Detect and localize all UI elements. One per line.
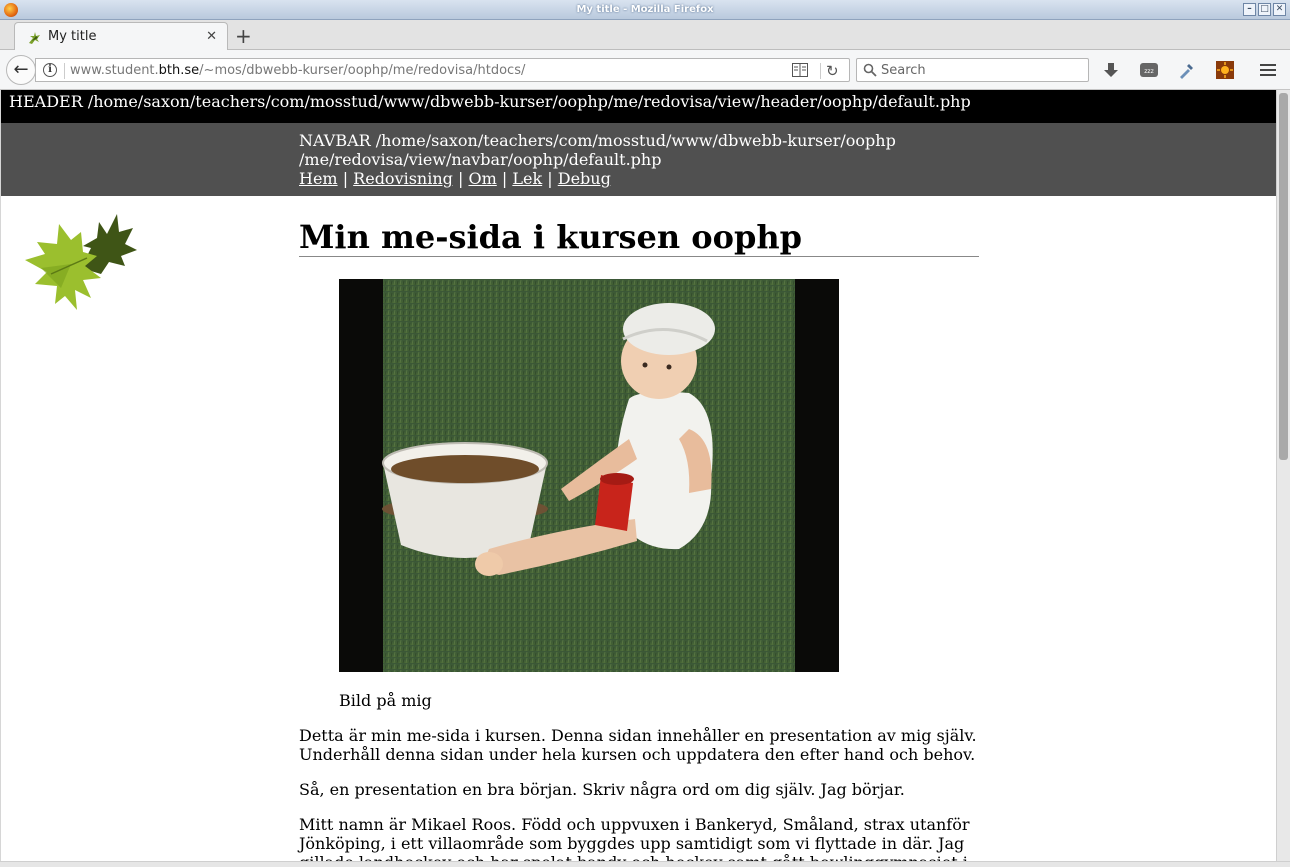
- profile-photo: [339, 279, 839, 672]
- site-info-icon[interactable]: i: [43, 63, 57, 77]
- url-text[interactable]: www.student.bth.se/~mos/dbwebb-kurser/oo…: [70, 63, 525, 78]
- new-tab-button[interactable]: +: [235, 24, 252, 48]
- search-input[interactable]: [881, 61, 1081, 79]
- nav-link-lek[interactable]: Lek: [512, 169, 542, 188]
- url-bar[interactable]: i www.student.bth.se/~mos/dbwebb-kurser/…: [35, 58, 850, 82]
- leaf-favicon-icon: [29, 32, 40, 44]
- reload-icon[interactable]: ↻: [826, 62, 839, 80]
- sleep-tabs-icon[interactable]: zzz: [1139, 60, 1159, 80]
- urlbar-divider-2: [820, 63, 821, 79]
- download-icon[interactable]: [1101, 60, 1121, 80]
- window-bottom-edge: [0, 861, 1290, 867]
- nav-separator: |: [342, 169, 349, 188]
- paragraph-1: Detta är min me-sida i kursen. Denna sid…: [299, 726, 977, 764]
- tab-my-title[interactable]: My title ✕: [14, 22, 228, 51]
- window-title: My title - Mozilla Firefox: [576, 4, 714, 15]
- back-button[interactable]: ←: [6, 55, 36, 85]
- paragraph-3: Mitt namn är Mikael Roos. Född och uppvu…: [299, 815, 970, 861]
- nav-link-debug[interactable]: Debug: [558, 169, 611, 188]
- nav-link-om[interactable]: Om: [468, 169, 496, 188]
- nav-separator: |: [458, 169, 464, 188]
- svg-text:zzz: zzz: [1144, 68, 1153, 75]
- page-title: Min me-sida i kursen oophp: [299, 218, 979, 257]
- nav-link-hem[interactable]: Hem: [299, 169, 338, 188]
- search-bar[interactable]: [856, 58, 1089, 82]
- navbar-path-line-2: /me/redovisa/view/navbar/oophp/default.p…: [299, 150, 662, 169]
- tab-close-icon[interactable]: ✕: [206, 29, 217, 44]
- navbar-links: Hem | Redovisning | Om | Lek | Debug: [299, 169, 919, 188]
- page-viewport: HEADER /home/saxon/teachers/com/mosstud/…: [1, 90, 1276, 861]
- scrollbar-thumb[interactable]: [1279, 93, 1288, 460]
- window-controls: – □ ✕: [1243, 3, 1286, 16]
- site-navbar: NAVBAR /home/saxon/teachers/com/mosstud/…: [1, 123, 1276, 196]
- addon-sun-icon[interactable]: [1215, 60, 1235, 80]
- nav-separator: |: [501, 169, 508, 188]
- minimize-button[interactable]: –: [1243, 3, 1256, 16]
- nav-separator: |: [547, 169, 553, 188]
- url-prefix: www.student.: [70, 63, 159, 78]
- maximize-button[interactable]: □: [1258, 3, 1271, 16]
- image-caption: Bild på mig: [339, 691, 432, 710]
- navigation-toolbar: i www.student.bth.se/~mos/dbwebb-kurser/…: [0, 50, 1290, 90]
- url-path: /~mos/dbwebb-kurser/oophp/me/redovisa/ht…: [199, 63, 526, 78]
- site-header: HEADER /home/saxon/teachers/com/mosstud/…: [1, 90, 1276, 123]
- eyedropper-icon[interactable]: [1177, 60, 1197, 80]
- url-domain: bth.se: [158, 63, 200, 78]
- window-titlebar: My title - Mozilla Firefox – □ ✕: [0, 0, 1290, 20]
- nav-link-redovisning[interactable]: Redovisning: [353, 169, 453, 188]
- close-window-button[interactable]: ✕: [1273, 3, 1286, 16]
- menu-icon[interactable]: [1258, 60, 1278, 80]
- figure: Bild på mig: [339, 279, 979, 710]
- navbar-path-line-1: NAVBAR /home/saxon/teachers/com/mosstud/…: [299, 131, 896, 150]
- site-logo-leaf: [25, 214, 137, 310]
- vertical-scrollbar[interactable]: [1276, 90, 1290, 861]
- urlbar-divider: [64, 63, 65, 79]
- search-icon: [863, 63, 877, 77]
- tab-label: My title: [48, 29, 97, 44]
- reader-view-icon[interactable]: [792, 63, 808, 77]
- tab-strip: My title ✕ +: [0, 20, 1290, 51]
- paragraph-2: Så, en presentation en bra början. Skriv…: [299, 780, 905, 799]
- main-content: Min me-sida i kursen oophp Bild på mig D…: [299, 196, 979, 861]
